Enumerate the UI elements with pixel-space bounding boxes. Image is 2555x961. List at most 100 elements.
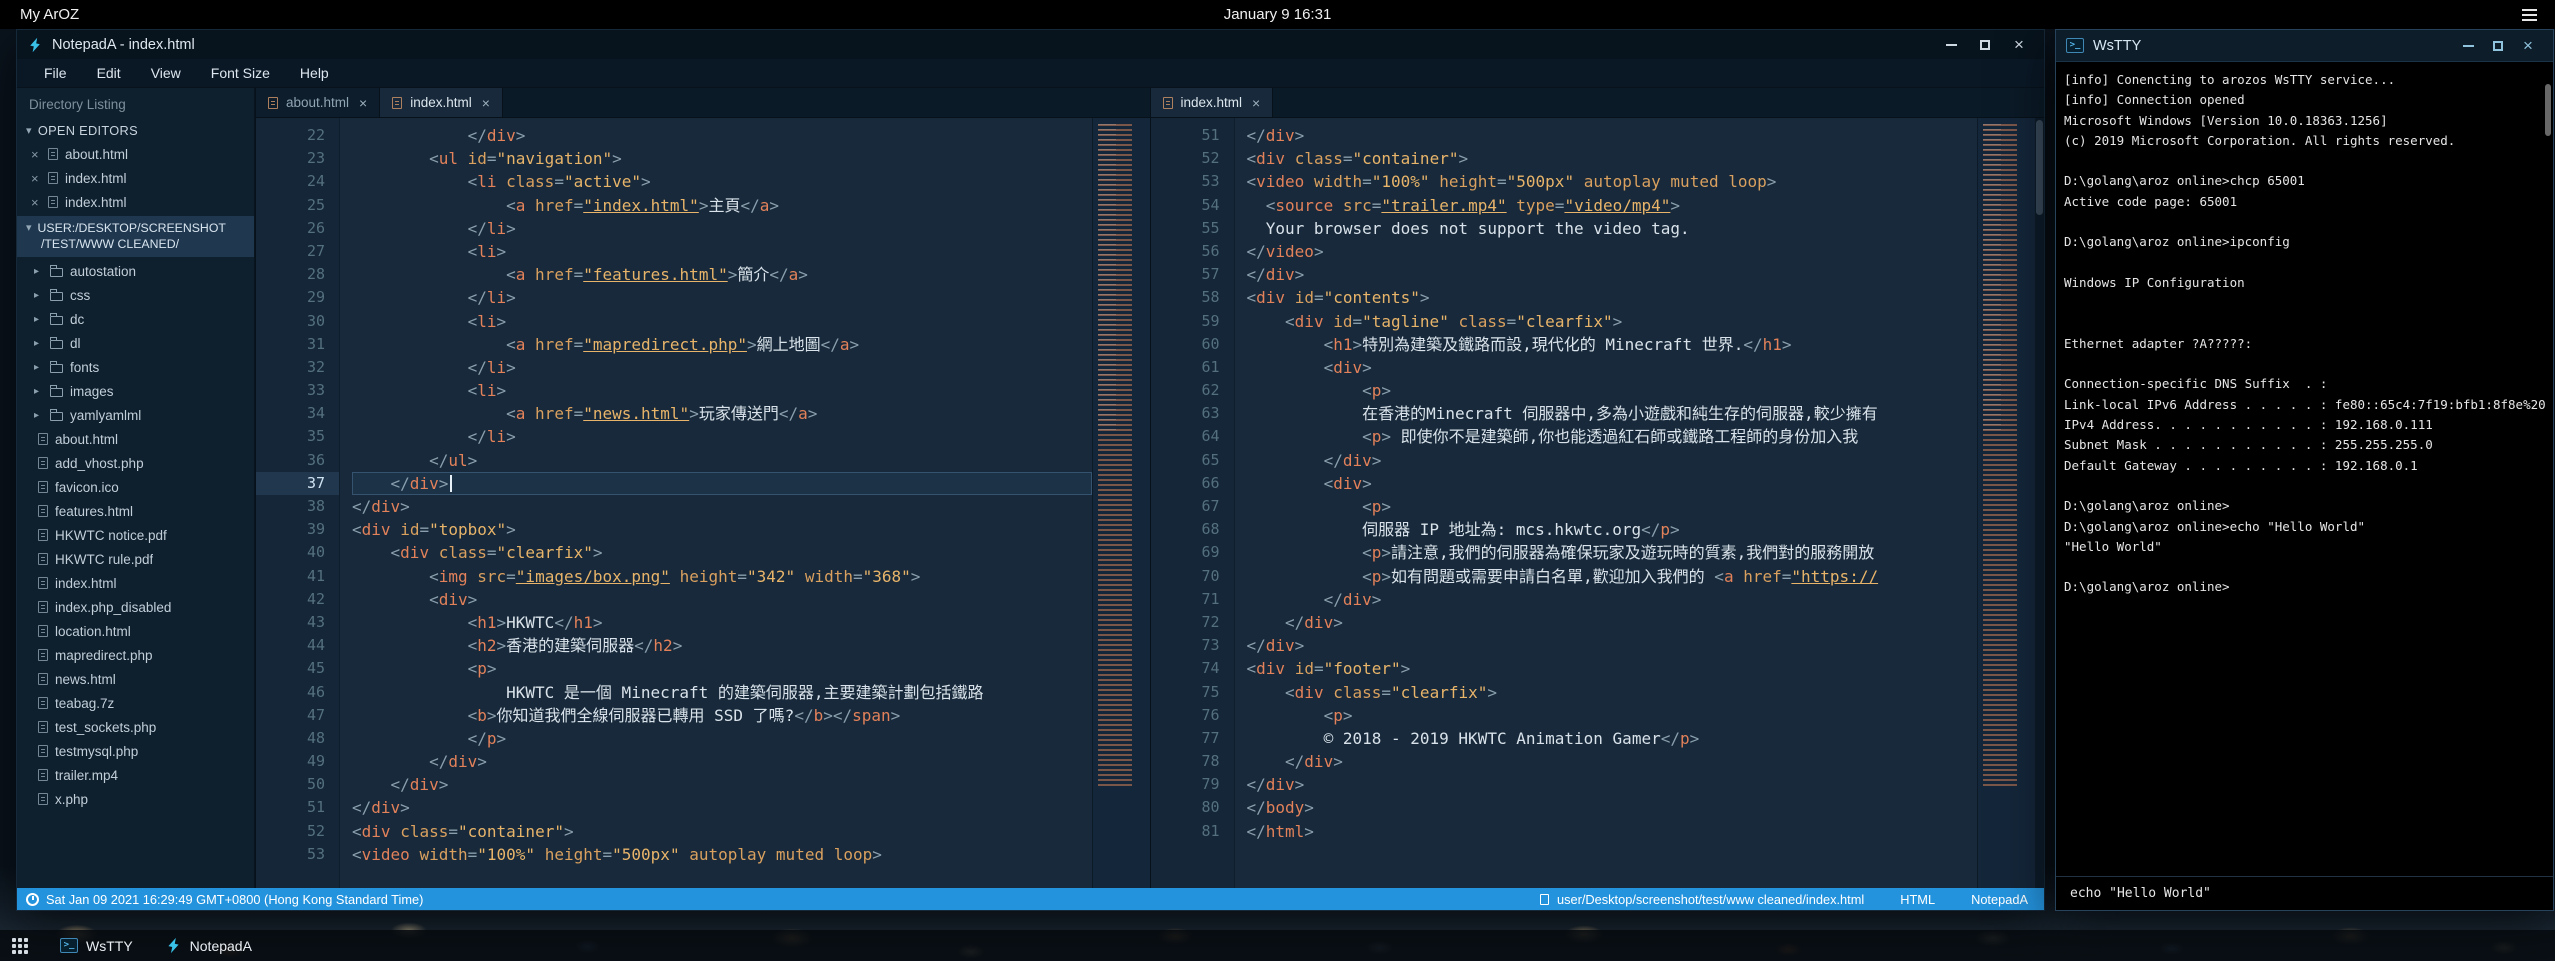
line-number[interactable]: 24 — [256, 170, 339, 193]
terminal-input[interactable] — [2068, 885, 2541, 902]
line-number[interactable]: 51 — [256, 796, 339, 819]
code-line[interactable]: </div> — [1247, 588, 1978, 611]
line-number[interactable]: 56 — [1151, 240, 1234, 263]
code-line[interactable]: <p>請注意,我們的伺服器為確保玩家及遊玩時的質素,我們對的服務開放 — [1247, 541, 1978, 564]
line-number[interactable]: 69 — [1151, 541, 1234, 564]
file-item[interactable]: testmysql.php — [17, 739, 254, 763]
file-item[interactable]: favicon.ico — [17, 475, 254, 499]
open-editor-item[interactable]: ×index.html — [17, 190, 254, 214]
code-line[interactable]: <p>如有問題或需要申請白名單,歡迎加入我們的 <a href="https:/… — [1247, 565, 1978, 588]
line-number[interactable]: 59 — [1151, 310, 1234, 333]
line-number[interactable]: 81 — [1151, 820, 1234, 843]
folder-item[interactable]: ▸yamlyamlml — [17, 403, 254, 427]
code-line[interactable]: 伺服器 IP 地址為: mcs.hkwtc.org</p> — [1247, 518, 1978, 541]
code-line[interactable]: <p> 即使你不是建築師,你也能透過紅石師或鐵路工程師的身份加入我 — [1247, 425, 1978, 448]
code-line[interactable]: <p> — [1247, 704, 1978, 727]
line-number[interactable]: 53 — [1151, 170, 1234, 193]
line-number[interactable]: 67 — [1151, 495, 1234, 518]
line-number[interactable]: 47 — [256, 704, 339, 727]
file-item[interactable]: teabag.7z — [17, 691, 254, 715]
file-item[interactable]: index.html — [17, 571, 254, 595]
code-line[interactable]: <img src="images/box.png" height="342" w… — [352, 565, 1092, 588]
chevron-right-icon[interactable]: ▸ — [34, 386, 43, 397]
line-number[interactable]: 43 — [256, 611, 339, 634]
close-button[interactable]: × — [2012, 38, 2026, 52]
file-item[interactable]: index.php_disabled — [17, 595, 254, 619]
line-number[interactable]: 52 — [256, 820, 339, 843]
close-icon[interactable]: × — [482, 95, 490, 111]
line-number[interactable]: 51 — [1151, 124, 1234, 147]
code-line[interactable]: <div id="tagline" class="clearfix"> — [1247, 310, 1978, 333]
line-number[interactable]: 74 — [1151, 657, 1234, 680]
code-line[interactable]: <video width="100%" height="500px" autop… — [1247, 170, 1978, 193]
folder-item[interactable]: ▸dc — [17, 307, 254, 331]
code-line[interactable]: <div id="footer"> — [1247, 657, 1978, 680]
scrollbar-thumb[interactable] — [2545, 84, 2551, 136]
code-line[interactable]: </div> — [352, 124, 1092, 147]
chevron-right-icon[interactable]: ▸ — [34, 410, 43, 421]
wstty-titlebar[interactable]: >_ WsTTY × — [2056, 30, 2553, 62]
line-number[interactable]: 40 — [256, 541, 339, 564]
maximize-button[interactable] — [2491, 39, 2505, 53]
open-editors-header[interactable]: ▾ OPEN EDITORS — [17, 118, 254, 142]
open-editor-item[interactable]: ×about.html — [17, 142, 254, 166]
line-number[interactable]: 49 — [256, 750, 339, 773]
code-line[interactable]: 在香港的Minecraft 伺服器中,多為小遊戲和純生存的伺服器,較少擁有 — [1247, 402, 1978, 425]
folder-item[interactable]: ▸images — [17, 379, 254, 403]
file-item[interactable]: location.html — [17, 619, 254, 643]
code-line[interactable]: </div> — [352, 472, 1092, 495]
file-item[interactable]: about.html — [17, 427, 254, 451]
code-line[interactable]: </div> — [1247, 449, 1978, 472]
line-number[interactable]: 57 — [1151, 263, 1234, 286]
code-line[interactable]: <a href="index.html">主頁</a> — [352, 194, 1092, 217]
code-line[interactable]: <div class="clearfix"> — [352, 541, 1092, 564]
taskbar-item-wstty[interactable]: >_ WsTTY — [44, 930, 149, 961]
code-line[interactable]: </div> — [1247, 124, 1978, 147]
line-number[interactable]: 35 — [256, 425, 339, 448]
code-line[interactable]: <li> — [352, 310, 1092, 333]
menu-font-size[interactable]: Font Size — [196, 59, 285, 87]
line-number[interactable]: 29 — [256, 286, 339, 309]
editor-tab[interactable]: about.html× — [256, 88, 380, 117]
line-number[interactable]: 44 — [256, 634, 339, 657]
code-line[interactable]: <a href="features.html">簡介</a> — [352, 263, 1092, 286]
menu-edit[interactable]: Edit — [82, 59, 136, 87]
line-number[interactable]: 46 — [256, 681, 339, 704]
line-number[interactable]: 41 — [256, 565, 339, 588]
code-line[interactable]: <p> — [352, 657, 1092, 680]
code-line[interactable]: <div class="clearfix"> — [1247, 681, 1978, 704]
code-line[interactable]: <div id="contents"> — [1247, 286, 1978, 309]
line-number[interactable]: 50 — [256, 773, 339, 796]
code-line[interactable]: <a href="news.html">玩家傳送門</a> — [352, 402, 1092, 425]
line-number[interactable]: 37 — [256, 472, 339, 495]
code-line[interactable]: <ul id="navigation"> — [352, 147, 1092, 170]
file-item[interactable]: trailer.mp4 — [17, 763, 254, 787]
line-number[interactable]: 75 — [1151, 681, 1234, 704]
code-line[interactable]: <div class="container"> — [1247, 147, 1978, 170]
code-line[interactable]: Your browser does not support the video … — [1247, 217, 1978, 240]
chevron-right-icon[interactable]: ▸ — [34, 314, 43, 325]
close-icon[interactable]: × — [359, 95, 367, 111]
code-line[interactable]: </div> — [1247, 611, 1978, 634]
line-number[interactable]: 23 — [256, 147, 339, 170]
system-brand[interactable]: My ArOZ — [20, 6, 79, 23]
notepada-titlebar[interactable]: NotepadA - index.html × — [17, 30, 2044, 59]
code-line[interactable]: </div> — [352, 773, 1092, 796]
code-line[interactable]: </ul> — [352, 449, 1092, 472]
maximize-button[interactable] — [1978, 38, 1992, 52]
line-number[interactable]: 39 — [256, 518, 339, 541]
line-number[interactable]: 31 — [256, 333, 339, 356]
code-line[interactable]: </div> — [352, 750, 1092, 773]
line-number[interactable]: 22 — [256, 124, 339, 147]
minimap[interactable] — [1977, 118, 2035, 888]
menu-view[interactable]: View — [136, 59, 196, 87]
line-number[interactable]: 34 — [256, 402, 339, 425]
line-number[interactable]: 32 — [256, 356, 339, 379]
line-number[interactable]: 25 — [256, 194, 339, 217]
code-line[interactable]: <b>你知道我們全線伺服器已轉用 SSD 了嗎?</b></span> — [352, 704, 1092, 727]
close-button[interactable]: × — [2521, 39, 2535, 53]
code-line[interactable]: <li> — [352, 379, 1092, 402]
line-number[interactable]: 76 — [1151, 704, 1234, 727]
menu-help[interactable]: Help — [285, 59, 344, 87]
line-number[interactable]: 54 — [1151, 194, 1234, 217]
